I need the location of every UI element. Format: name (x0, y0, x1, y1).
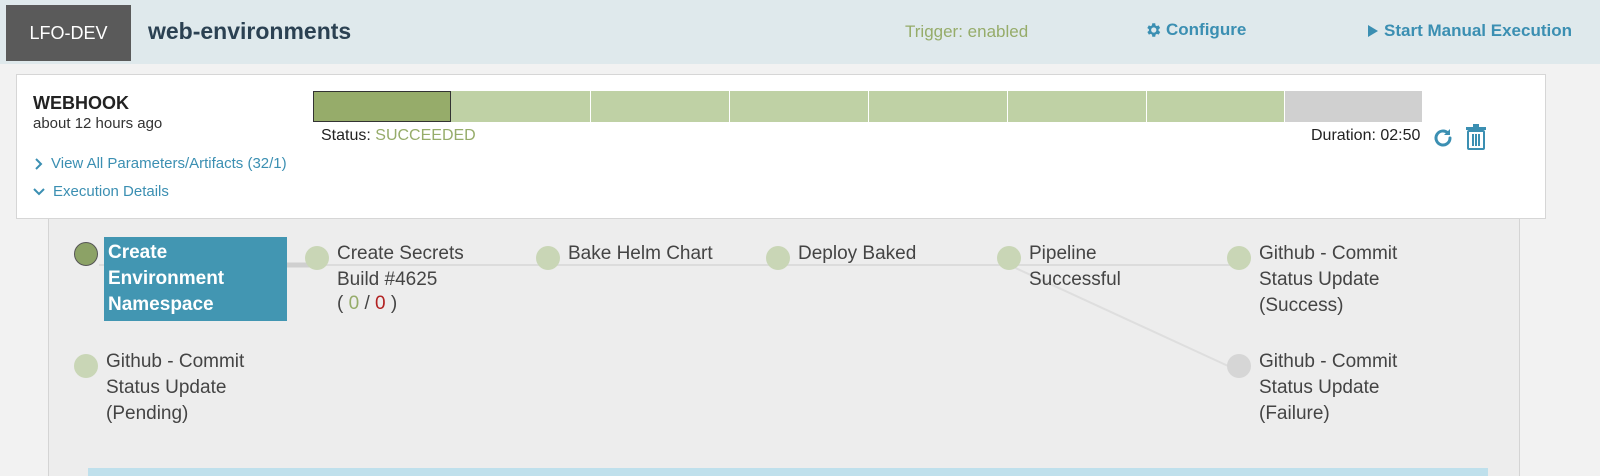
build-result-counts: ( 0 / 0 ) (337, 293, 398, 314)
stage-label: Github - Commit Status Update (Success) (1259, 243, 1398, 316)
progress-segment[interactable] (730, 91, 869, 122)
progress-segment[interactable] (869, 91, 1008, 122)
application-badge[interactable]: LFO-DEV (6, 5, 131, 61)
pipeline-title: web-environments (148, 18, 352, 44)
start-manual-execution-button[interactable]: Start Manual Execution (1368, 21, 1572, 41)
execution-time: about 12 hours ago (33, 115, 163, 132)
stage-status-indicator (1227, 354, 1251, 378)
stage-create-environment-namespace[interactable]: Create Environment Namespace (74, 237, 287, 321)
stage-create-secrets[interactable]: Create Secrets Build #4625 ( 0 / 0 ) (305, 241, 464, 315)
stage-label: Github - Commit Status Update (Failure) (1259, 351, 1398, 424)
failure-count: 0 (375, 293, 386, 314)
chevron-right-icon (35, 157, 43, 170)
status-label: Status: (321, 127, 371, 144)
stage-status-indicator (997, 246, 1021, 270)
stage-label: Create Environment Namespace (104, 237, 287, 321)
view-parameters-link[interactable]: View All Parameters/Artifacts (32/1) (35, 155, 287, 172)
stage-github-status-success[interactable]: Github - Commit Status Update (Success) (1227, 241, 1397, 319)
stage-status-indicator (536, 246, 560, 270)
stage-status-indicator (766, 246, 790, 270)
pipeline-header: LFO-DEV web-environments Trigger: enable… (0, 0, 1600, 64)
status-value: SUCCEEDED (375, 127, 476, 144)
progress-segment[interactable] (1008, 91, 1147, 122)
success-count: 0 (348, 293, 360, 314)
start-manual-label: Start Manual Execution (1384, 21, 1572, 40)
stage-label: Bake Helm Chart (568, 243, 713, 264)
trigger-status: Trigger: enabled (905, 22, 1029, 41)
stage-label: Deploy Baked (798, 243, 917, 264)
refresh-icon (1434, 129, 1452, 147)
progress-segment[interactable] (313, 91, 451, 122)
stage-label: Github - Commit Status Update (Pending) (106, 351, 245, 424)
execution-details-link[interactable]: Execution Details (33, 183, 169, 200)
configure-button[interactable]: Configure (1144, 20, 1246, 40)
execution-progress-bar[interactable] (313, 91, 1447, 122)
progress-segment[interactable] (451, 91, 591, 122)
execution-status: Status: SUCCEEDED (321, 127, 476, 145)
execution-duration: Duration: 02:50 (1311, 127, 1421, 144)
progress-segment[interactable] (1147, 91, 1285, 122)
stage-status-indicator (74, 354, 98, 378)
stage-status-indicator (1227, 246, 1251, 270)
stage-status-indicator (74, 242, 98, 266)
stage-label: Pipeline Successful (1029, 243, 1121, 290)
stage-deploy-baked[interactable]: Deploy Baked (766, 241, 916, 270)
trash-icon (1466, 124, 1486, 150)
configure-label: Configure (1166, 20, 1247, 39)
stage-status-indicator (305, 246, 329, 270)
restart-button[interactable] (1431, 126, 1455, 155)
stage-bake-helm-chart[interactable]: Bake Helm Chart (536, 241, 713, 270)
execution-details-label: Execution Details (53, 183, 169, 200)
trigger-type: WEBHOOK (33, 93, 129, 113)
stage-details-panel-edge (88, 468, 1488, 476)
stage-github-status-pending[interactable]: Github - Commit Status Update (Pending) (74, 349, 244, 427)
execution-card: WEBHOOK about 12 hours ago Status: SUCCE… (16, 74, 1546, 219)
view-parameters-label: View All Parameters/Artifacts (32/1) (51, 155, 287, 172)
stage-label-group: Create Secrets Build #4625 ( 0 / 0 ) (329, 241, 464, 315)
gear-icon (1147, 23, 1161, 37)
stage-pipeline-successful[interactable]: Pipeline Successful (997, 241, 1121, 293)
delete-button[interactable] (1465, 124, 1487, 155)
progress-segment[interactable] (1285, 91, 1422, 122)
play-icon (1368, 25, 1378, 37)
stage-label: Create Secrets Build #4625 (337, 243, 464, 290)
progress-segment[interactable] (591, 91, 730, 122)
chevron-down-icon (33, 187, 45, 195)
stage-github-status-failure[interactable]: Github - Commit Status Update (Failure) (1227, 349, 1397, 427)
pipeline-graph: Create Environment Namespace Create Secr… (48, 219, 1520, 476)
